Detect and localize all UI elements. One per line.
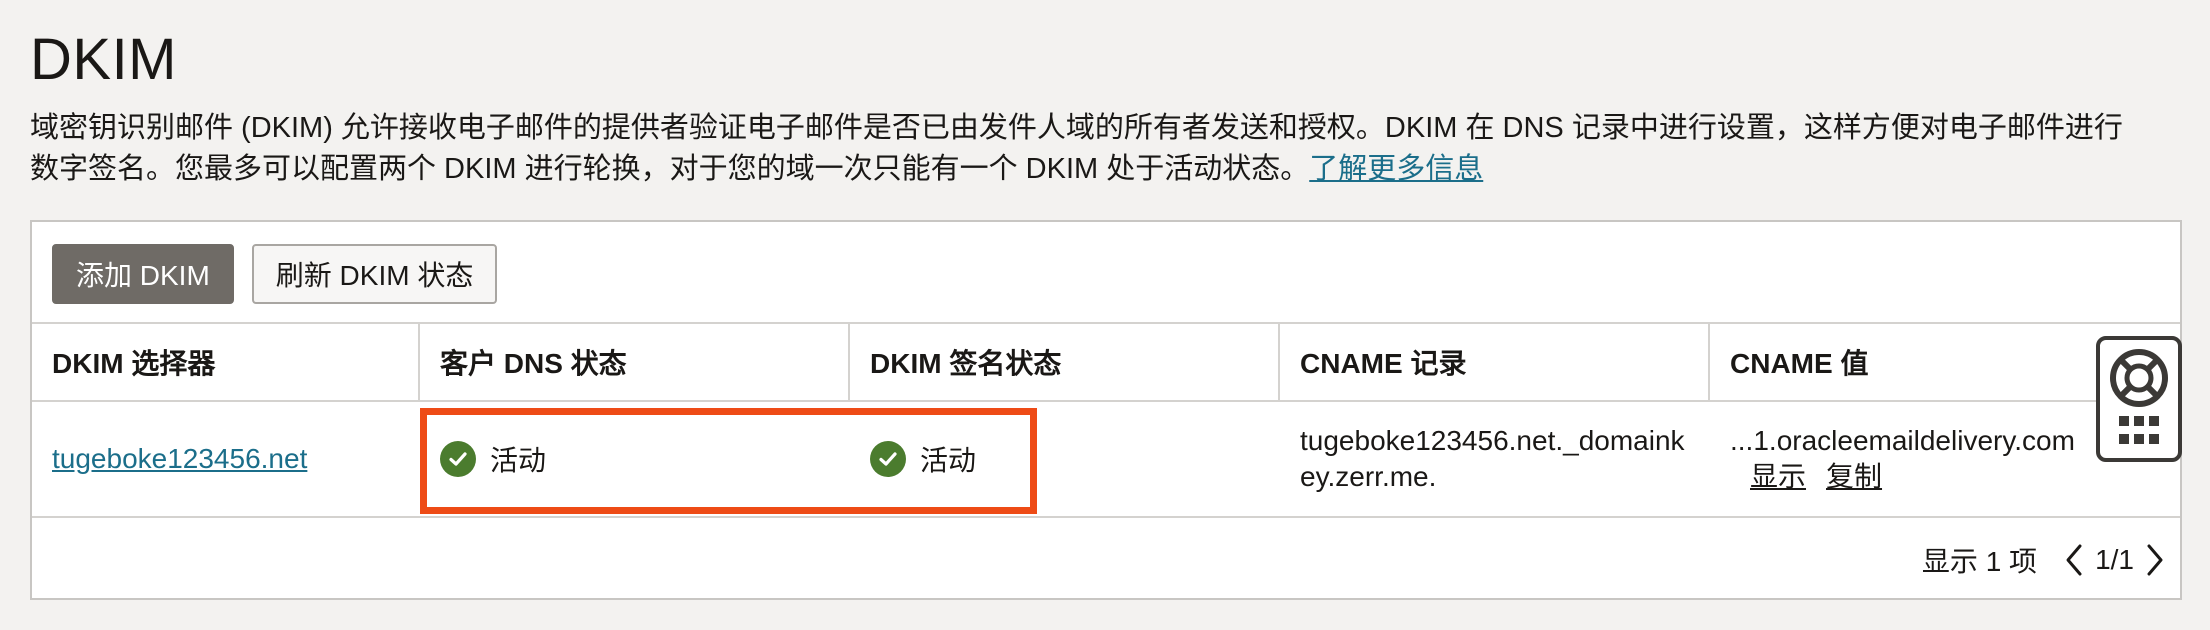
show-link[interactable]: 显示 (1750, 459, 1806, 495)
signing-status-label: 活动 (920, 445, 977, 476)
dkim-panel: 添加 DKIM 刷新 DKIM 状态 DKIM 选择器 客户 DNS 状态 DK… (30, 220, 2182, 600)
add-dkim-button[interactable]: 添加 DKIM (52, 244, 234, 304)
dkim-table: DKIM 选择器 客户 DNS 状态 DKIM 签名状态 CNAME 记录 CN… (32, 322, 2180, 518)
page-indicator: 1/1 (2095, 544, 2134, 575)
lifebuoy-icon (2110, 349, 2168, 407)
copy-link[interactable]: 复制 (1826, 459, 1882, 495)
cname-value-actions: 显示 复制 (1730, 459, 1882, 495)
grid-dots-icon (2119, 416, 2159, 444)
toolbar: 添加 DKIM 刷新 DKIM 状态 (52, 244, 498, 304)
dns-status: 活动 (440, 439, 546, 479)
column-header-dns-status[interactable]: 客户 DNS 状态 (420, 324, 850, 400)
signing-status-cell: 活动 (850, 402, 1280, 516)
learn-more-link[interactable]: 了解更多信息 (1309, 153, 1483, 185)
page-description: 域密钥识别邮件 (DKIM) 允许接收电子邮件的提供者验证电子邮件是否已由发件人… (30, 108, 2140, 190)
signing-status: 活动 (870, 439, 976, 479)
table-row: tugeboke123456.net 活动 活动 tugeboke123456.… (32, 402, 2180, 518)
cname-record-cell: tugeboke123456.net._domainkey.zerr.me. (1300, 425, 1685, 492)
help-widget[interactable] (2096, 336, 2182, 462)
chevron-right-icon[interactable] (2144, 542, 2166, 578)
dkim-selector-link[interactable]: tugeboke123456.net (52, 443, 307, 475)
check-circle-icon (870, 441, 906, 477)
column-header-selector[interactable]: DKIM 选择器 (32, 324, 420, 400)
table-footer: 显示 1 项 1/1 (1922, 532, 2166, 588)
item-count: 显示 1 项 (1921, 546, 2038, 577)
selector-cell: tugeboke123456.net (32, 402, 420, 516)
column-header-signing-status[interactable]: DKIM 签名状态 (850, 324, 1280, 400)
cname-value-text: ...1.oracleemaildelivery.com (1730, 425, 2075, 456)
check-circle-icon (440, 441, 476, 477)
dns-status-cell: 活动 (420, 402, 850, 516)
pagination: 1/1 (2063, 542, 2166, 578)
refresh-dkim-status-button[interactable]: 刷新 DKIM 状态 (251, 244, 498, 304)
column-header-cname-record[interactable]: CNAME 记录 (1280, 324, 1710, 400)
table-header: DKIM 选择器 客户 DNS 状态 DKIM 签名状态 CNAME 记录 CN… (32, 322, 2180, 402)
chevron-left-icon[interactable] (2063, 542, 2085, 578)
description-text: 域密钥识别邮件 (DKIM) 允许接收电子邮件的提供者验证电子邮件是否已由发件人… (30, 112, 2123, 185)
dns-status-label: 活动 (490, 445, 547, 476)
page-title: DKIM (30, 27, 177, 92)
